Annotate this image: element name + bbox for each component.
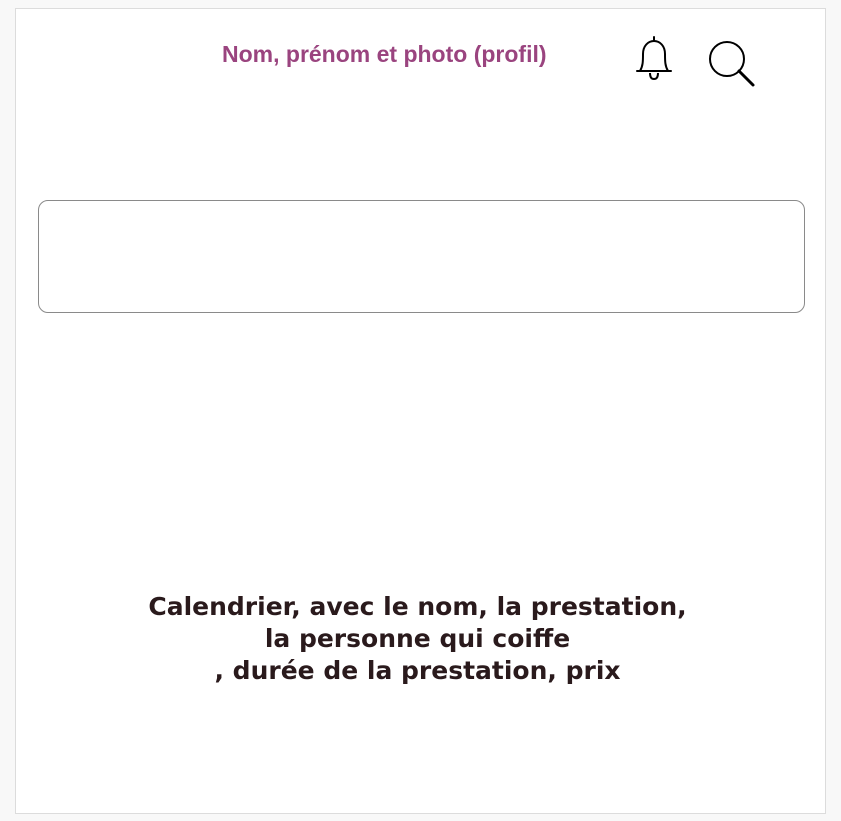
search-input[interactable] — [38, 200, 805, 313]
profile-header-label[interactable]: Nom, prénom et photo (profil) — [222, 41, 547, 68]
app-screen: Nom, prénom et photo (profil) Calendrier… — [15, 8, 826, 814]
search-icon[interactable] — [707, 39, 757, 89]
calendar-description-line-1: Calendrier, avec le nom, la prestation, — [148, 592, 687, 621]
calendar-description-line-3: , durée de la prestation, prix — [214, 656, 621, 685]
bell-icon[interactable] — [632, 33, 676, 83]
calendar-placeholder: Calendrier, avec le nom, la prestation, … — [16, 591, 819, 687]
calendar-description-line-2: la personne qui coiffe — [264, 624, 571, 653]
